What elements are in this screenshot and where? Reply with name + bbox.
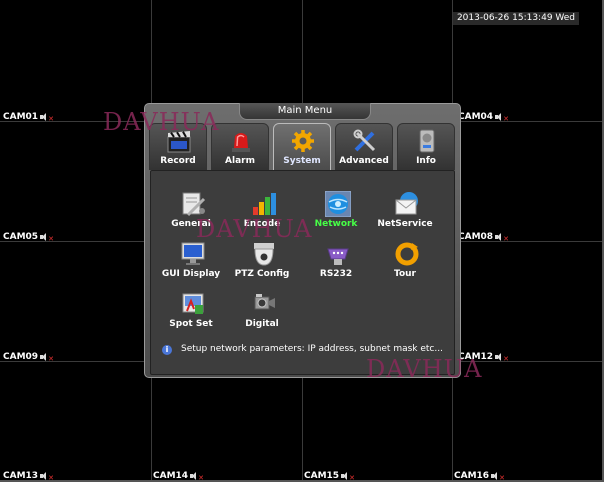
spot-set-icon xyxy=(182,293,204,314)
gear-icon xyxy=(292,130,314,152)
tab-label: Info xyxy=(416,156,436,166)
netservice-mail-icon xyxy=(395,192,418,215)
speaker-muted-icon xyxy=(495,353,504,361)
menu-item-label: Tour xyxy=(394,269,416,279)
camera-label-cam16[interactable]: CAM16 ✕ xyxy=(454,470,505,482)
general-icon xyxy=(182,192,206,217)
camera-name: CAM04 xyxy=(458,112,494,122)
camera-label-cam09[interactable]: CAM09 ✕ xyxy=(3,351,54,363)
speaker-muted-icon xyxy=(190,472,199,480)
tab-system[interactable]: System xyxy=(273,123,331,172)
speaker-muted-icon xyxy=(341,472,350,480)
camera-name: CAM08 xyxy=(458,232,494,242)
camera-name: CAM01 xyxy=(3,112,39,122)
menu-item-tour[interactable]: Tour xyxy=(370,239,440,287)
ptz-camera-icon xyxy=(254,243,274,266)
system-settings-panel: General Encode Network NetService GUI Di… xyxy=(150,170,455,375)
tab-alarm[interactable]: Alarm xyxy=(211,123,269,170)
menu-item-label: PTZ Config xyxy=(234,269,290,279)
network-globe-icon xyxy=(325,191,351,217)
camera-name: CAM05 xyxy=(3,232,39,242)
speaker-muted-icon xyxy=(495,113,504,121)
menu-item-label: GUI Display xyxy=(161,269,221,279)
watermark: DAVHUA xyxy=(366,355,483,383)
speaker-muted-icon xyxy=(40,233,49,241)
serial-connector-icon xyxy=(327,248,349,265)
tab-advanced[interactable]: Advanced xyxy=(335,123,393,170)
speaker-muted-icon xyxy=(491,472,500,480)
menu-item-spot-set[interactable]: Spot Set xyxy=(156,289,226,337)
camera-label-cam01[interactable]: CAM01 ✕ xyxy=(3,111,54,123)
monitor-icon xyxy=(181,242,205,265)
menu-item-ptz-config[interactable]: PTZ Config xyxy=(227,239,297,287)
camera-name: CAM14 xyxy=(153,471,189,481)
watermark: DAVHUA xyxy=(103,108,220,136)
info-drive-icon xyxy=(419,129,435,153)
info-icon: i xyxy=(162,345,172,355)
camera-label-cam08[interactable]: CAM08 ✕ xyxy=(458,231,509,243)
speaker-muted-icon xyxy=(40,113,49,121)
camera-name: CAM15 xyxy=(304,471,340,481)
main-menu-title: Main Menu xyxy=(239,103,371,120)
menu-item-label: Spot Set xyxy=(169,319,213,329)
speaker-muted-icon xyxy=(495,233,504,241)
tab-info[interactable]: Info xyxy=(397,123,455,170)
watermark: DAVHUA xyxy=(196,215,313,243)
menu-item-netservice[interactable]: NetService xyxy=(370,189,440,237)
menu-item-gui-display[interactable]: GUI Display xyxy=(156,239,226,287)
camera-label-cam05[interactable]: CAM05 ✕ xyxy=(3,231,54,243)
status-hint-text: Setup network parameters: IP address, su… xyxy=(181,344,443,354)
speaker-muted-icon xyxy=(40,353,49,361)
menu-item-rs232[interactable]: RS232 xyxy=(301,239,371,287)
menu-item-digital[interactable]: Digital xyxy=(227,289,297,337)
camera-name: CAM13 xyxy=(3,471,39,481)
camera-name: CAM09 xyxy=(3,352,39,362)
dvr-screen: 2013-06-26 15:13:49 Wed CAM01 ✕ CAM04 ✕ CA… xyxy=(0,0,604,482)
menu-item-label: NetService xyxy=(377,219,433,229)
menu-item-label: Digital xyxy=(245,319,279,329)
encode-icon xyxy=(253,193,276,215)
tour-cycle-icon xyxy=(395,242,419,266)
camera-label-cam14[interactable]: CAM14 ✕ xyxy=(153,470,204,482)
alarm-icon xyxy=(232,133,250,152)
menu-item-label: RS232 xyxy=(319,269,353,279)
camera-name: CAM16 xyxy=(454,471,490,481)
tab-label: Alarm xyxy=(225,156,255,166)
tab-label: System xyxy=(283,156,321,166)
digital-camera-icon xyxy=(254,294,275,310)
tools-icon xyxy=(353,129,376,152)
speaker-muted-icon xyxy=(40,472,49,480)
camera-label-cam04[interactable]: CAM04 ✕ xyxy=(458,111,509,123)
tab-label: Advanced xyxy=(339,156,389,166)
datetime-display: 2013-06-26 15:13:49 Wed xyxy=(453,12,579,25)
tab-label: Record xyxy=(160,156,196,166)
camera-label-cam13[interactable]: CAM13 ✕ xyxy=(3,470,54,482)
camera-label-cam15[interactable]: CAM15 ✕ xyxy=(304,470,355,482)
